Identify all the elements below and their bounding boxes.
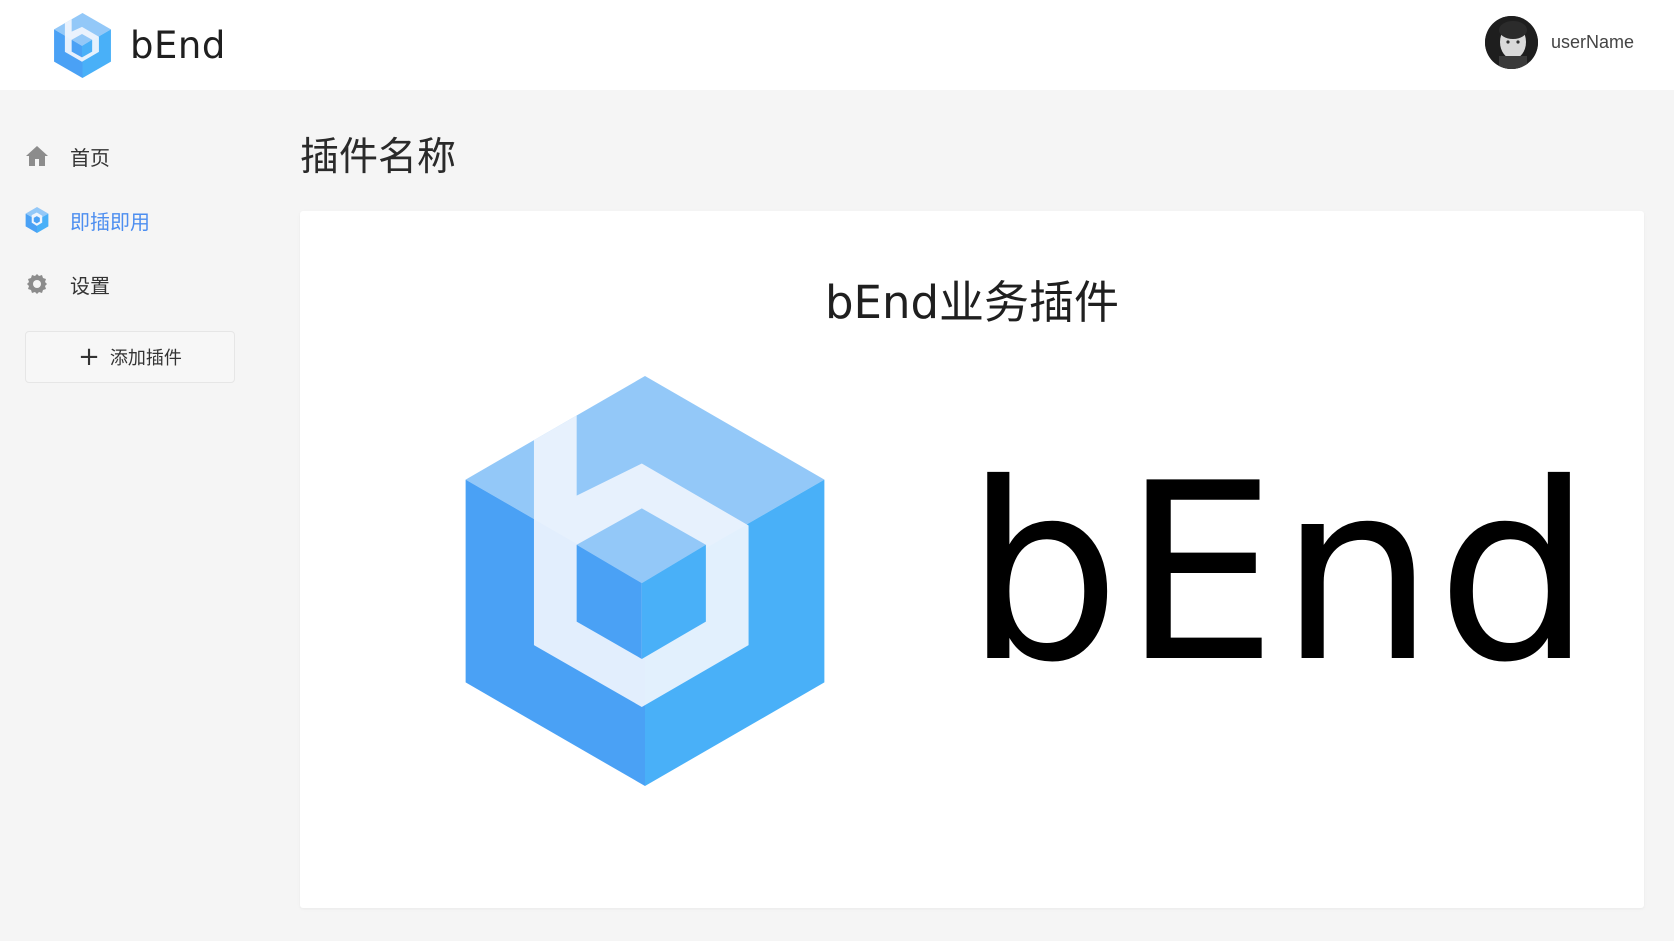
bend-wordmark: bEnd — [965, 431, 1595, 716]
sidebar-item-home[interactable]: 首页 — [24, 136, 110, 176]
sidebar-item-label: 即插即用 — [70, 209, 150, 234]
home-icon — [24, 143, 50, 169]
top-bar: bEnd userName — [0, 0, 1674, 90]
brand[interactable]: bEnd — [53, 13, 226, 78]
brand-name: bEnd — [130, 24, 226, 67]
username: userName — [1550, 32, 1634, 52]
sidebar-item-label: 首页 — [70, 145, 110, 170]
add-plugin-button[interactable]: + 添加插件 — [25, 331, 235, 383]
user-avatar[interactable] — [1484, 16, 1538, 69]
page-title: 插件名称 — [300, 135, 457, 180]
bend-logo-icon — [54, 13, 111, 78]
user-menu[interactable]: userName — [1484, 16, 1634, 69]
add-plugin-label: 添加插件 — [109, 348, 182, 369]
bend-cube-logo-icon — [465, 376, 825, 786]
sidebar: 首页 即插即用 设置 + 添加插件 — [0, 90, 262, 941]
card-title: bEnd业务插件 — [824, 276, 1120, 329]
plugin-card: bEnd业务插件 bEnd — [300, 211, 1644, 908]
plus-icon: + — [78, 342, 100, 372]
sidebar-item-label: 设置 — [70, 273, 110, 298]
sidebar-item-settings[interactable]: 设置 — [24, 264, 110, 304]
gear-icon — [24, 271, 50, 297]
sidebar-item-plugins[interactable]: 即插即用 — [24, 200, 150, 240]
plugin-cube-icon — [24, 207, 50, 233]
user-avatar-icon — [1484, 16, 1538, 69]
